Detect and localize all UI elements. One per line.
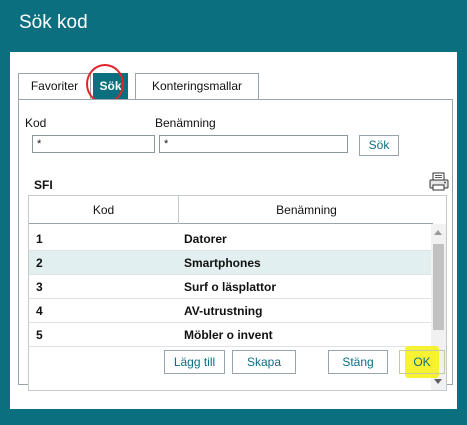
scroll-thumb[interactable] xyxy=(433,244,444,330)
tab-sok[interactable]: Sök xyxy=(93,73,128,99)
table-body: 1 Datorer 2 Smartphones 3 Surf o läsplat… xyxy=(29,227,433,347)
table-row[interactable]: 1 Datorer xyxy=(29,227,433,251)
row-benamning: AV-utrustning xyxy=(184,304,263,318)
add-button[interactable]: Lägg till xyxy=(164,350,225,374)
table-row[interactable]: 5 Möbler o invent xyxy=(29,323,433,347)
table-row[interactable]: 3 Surf o läsplattor xyxy=(29,275,433,299)
ok-button[interactable]: OK xyxy=(399,350,445,374)
column-header-kod[interactable]: Kod xyxy=(29,196,179,224)
row-kod: 3 xyxy=(36,280,43,294)
row-kod: 2 xyxy=(36,256,43,270)
row-kod: 5 xyxy=(36,328,43,342)
row-kod: 4 xyxy=(36,304,43,318)
row-benamning: Möbler o invent xyxy=(184,328,273,342)
table-row[interactable]: 2 Smartphones xyxy=(29,251,433,275)
dialog-frame: Sök kod Favoriter Sök Konteringsmallar K… xyxy=(0,0,467,425)
row-benamning: Datorer xyxy=(184,232,227,246)
table-header: Kod Benämning xyxy=(29,196,433,224)
printer-icon[interactable] xyxy=(428,171,450,193)
kod-label: Kod xyxy=(25,116,47,130)
dialog-title: Sök kod xyxy=(19,12,88,33)
row-kod: 1 xyxy=(36,232,43,246)
column-header-benamning[interactable]: Benämning xyxy=(180,196,433,224)
create-button[interactable]: Skapa xyxy=(232,350,296,374)
search-button[interactable]: Sök xyxy=(359,135,399,156)
dialog-titlebar[interactable]: Sök kod xyxy=(0,0,467,52)
dialog-body: Favoriter Sök Konteringsmallar Kod Benäm… xyxy=(10,52,457,409)
row-benamning: Surf o läsplattor xyxy=(184,280,277,294)
tab-favoriter[interactable]: Favoriter xyxy=(18,73,91,99)
ok-label: OK xyxy=(413,355,431,369)
close-button[interactable]: Stäng xyxy=(328,350,388,374)
scroll-down-icon[interactable] xyxy=(434,379,442,384)
table-row[interactable]: 4 AV-utrustning xyxy=(29,299,433,323)
row-benamning: Smartphones xyxy=(184,256,261,270)
tab-konteringsmallar[interactable]: Konteringsmallar xyxy=(135,73,259,99)
kod-input[interactable] xyxy=(32,135,155,153)
benamning-label: Benämning xyxy=(155,116,216,130)
scroll-up-icon[interactable] xyxy=(434,230,442,235)
benamning-input[interactable] xyxy=(159,135,348,153)
section-title: SFI xyxy=(34,178,53,192)
